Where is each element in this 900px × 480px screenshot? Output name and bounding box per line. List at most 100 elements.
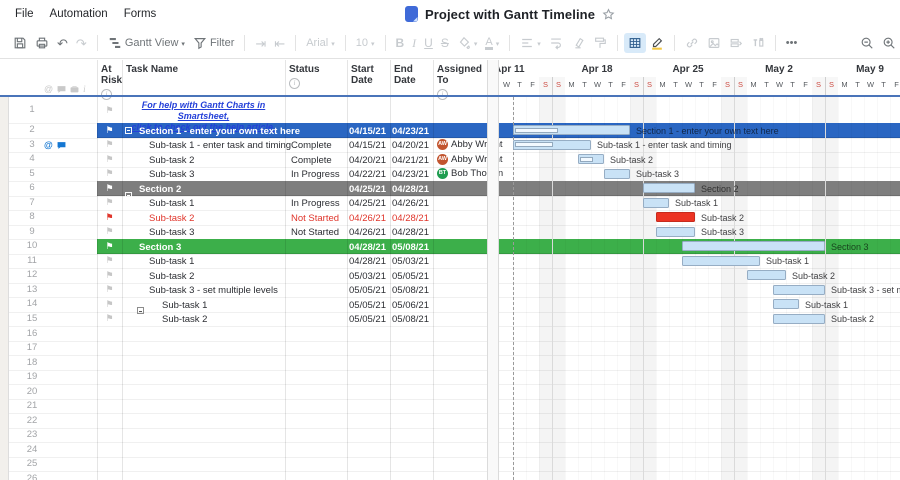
task-name-cell[interactable]: Sub-task 3 - set multiple levels [149, 285, 345, 296]
row-number[interactable]: 7 [9, 198, 55, 208]
task-name-cell[interactable]: Sub-task 1 [149, 256, 345, 267]
row-number[interactable]: 11 [9, 256, 55, 266]
info-icon[interactable]: i [289, 78, 300, 89]
section-name-cell[interactable]: Section 1 - enter your own text here [139, 126, 345, 137]
favorite-star-icon[interactable] [602, 8, 615, 21]
row-number[interactable]: 12 [9, 270, 55, 280]
gantt-bar[interactable] [656, 227, 695, 237]
comment-icon[interactable] [57, 141, 66, 150]
clear-format-button[interactable] [567, 33, 589, 53]
start-date-cell[interactable]: 04/28/21 [349, 242, 386, 253]
gantt-view-button[interactable]: Gantt View▾ [104, 33, 189, 53]
status-cell[interactable]: Not Started [291, 213, 345, 224]
at-risk-flag[interactable]: ⚑ [97, 126, 122, 135]
at-risk-flag[interactable]: ⚑ [97, 285, 122, 294]
row-number[interactable]: 26 [9, 474, 55, 480]
section-name-cell[interactable]: Section 3 [139, 242, 345, 253]
end-date-cell[interactable]: 04/23/21 [392, 126, 429, 137]
zoom-in-button[interactable] [878, 33, 900, 53]
column-header-end[interactable]: EndDate [394, 64, 431, 95]
help-link[interactable]: For help with Gantt Charts in Smartsheet… [122, 100, 285, 122]
gantt-bar[interactable] [747, 270, 786, 280]
gantt-bar[interactable] [656, 212, 695, 222]
insert-image-button[interactable] [703, 33, 725, 53]
gantt-bar[interactable] [773, 285, 825, 295]
column-header-status[interactable]: Statusi [289, 64, 345, 95]
row-number[interactable]: 17 [9, 343, 55, 353]
start-date-cell[interactable]: 04/15/21 [349, 126, 386, 137]
at-risk-flag[interactable]: ⚑ [97, 169, 122, 178]
format-painter-button[interactable] [589, 33, 611, 53]
row-number[interactable]: 22 [9, 416, 55, 426]
email-icon[interactable]: @ [44, 140, 53, 150]
row-number[interactable]: 8 [9, 212, 55, 222]
end-date-cell[interactable]: 05/06/21 [392, 300, 429, 311]
menu-item-file[interactable]: File [15, 8, 34, 20]
end-date-cell[interactable]: 05/08/21 [392, 285, 429, 296]
status-cell[interactable]: Not Started [291, 227, 345, 238]
at-risk-flag[interactable]: ⚑ [97, 256, 122, 265]
row-number[interactable]: 5 [9, 169, 55, 179]
gantt-bar[interactable] [513, 125, 630, 135]
row-number[interactable]: 4 [9, 154, 55, 164]
filter-funnel-button[interactable]: Filter [189, 33, 238, 53]
row-number[interactable]: 18 [9, 358, 55, 368]
start-date-cell[interactable]: 04/22/21 [349, 169, 386, 180]
text-color-button[interactable]: A▾ [481, 34, 503, 53]
start-date-cell[interactable]: 04/25/21 [349, 198, 386, 209]
pane-splitter[interactable] [487, 60, 499, 480]
link-button[interactable] [681, 33, 703, 53]
row-number[interactable]: 6 [9, 183, 55, 193]
status-cell[interactable]: In Progress [291, 198, 345, 209]
row-number[interactable]: 23 [9, 430, 55, 440]
menu-item-automation[interactable]: Automation [50, 8, 108, 20]
column-header-assigned[interactable]: Assigned Toi [437, 64, 485, 95]
print-button[interactable] [31, 33, 53, 53]
align-left-button[interactable]: ▾ [516, 33, 545, 53]
row-number[interactable]: 10 [9, 241, 55, 251]
row-number[interactable]: 13 [9, 285, 55, 295]
column-header-start[interactable]: StartDate [351, 64, 388, 95]
end-date-cell[interactable]: 04/26/21 [392, 198, 429, 209]
at-risk-flag[interactable]: ⚑ [97, 242, 122, 251]
at-risk-flag[interactable]: ⚑ [97, 227, 122, 236]
more-button[interactable]: ••• [782, 34, 802, 52]
gantt-bar[interactable] [682, 241, 825, 251]
status-cell[interactable]: In Progress [291, 169, 345, 180]
help-link-line[interactable]: For help with Gantt Charts in Smartsheet… [122, 100, 285, 122]
column-header-task[interactable]: Task Name [126, 64, 283, 95]
strikethrough-button[interactable]: S [437, 33, 453, 53]
row-number[interactable]: 16 [9, 329, 55, 339]
status-cell[interactable]: Complete [291, 155, 345, 166]
redo-button[interactable]: ↷ [72, 34, 91, 53]
status-cell[interactable]: Complete [291, 140, 345, 151]
start-date-cell[interactable]: 05/05/21 [349, 300, 386, 311]
task-name-cell[interactable]: Sub-task 1 [162, 300, 345, 311]
cell-borders-button[interactable] [624, 33, 646, 53]
gantt-bar[interactable] [513, 140, 591, 150]
at-risk-flag[interactable]: ⚑ [97, 213, 122, 222]
task-name-cell[interactable]: Sub-task 2 [162, 314, 345, 325]
row-number[interactable]: 21 [9, 401, 55, 411]
collapse-toggle-icon[interactable] [137, 307, 144, 314]
section-name-cell[interactable]: Section 2 [139, 184, 345, 195]
at-risk-flag[interactable]: ⚑ [97, 271, 122, 280]
end-date-cell[interactable]: 04/28/21 [392, 184, 429, 195]
zoom-out-button[interactable] [856, 33, 878, 53]
end-date-cell[interactable]: 04/28/21 [392, 213, 429, 224]
collapse-toggle-icon[interactable] [125, 127, 132, 134]
undo-button[interactable]: ↶ [53, 34, 72, 53]
row-number[interactable]: 25 [9, 459, 55, 469]
gantt-bar[interactable] [773, 314, 825, 324]
text-number-button[interactable] [747, 33, 769, 53]
gantt-bar[interactable] [578, 154, 604, 164]
at-risk-flag[interactable]: ⚑ [97, 155, 122, 164]
wrap-text-button[interactable] [545, 33, 567, 53]
start-date-cell[interactable]: 04/25/21 [349, 184, 386, 195]
row-number[interactable]: 14 [9, 299, 55, 309]
gantt-bar[interactable] [682, 256, 760, 266]
end-date-cell[interactable]: 04/23/21 [392, 169, 429, 180]
end-date-cell[interactable]: 05/08/21 [392, 242, 429, 253]
save-button[interactable] [9, 33, 31, 53]
at-risk-flag[interactable]: ⚑ [97, 198, 122, 207]
